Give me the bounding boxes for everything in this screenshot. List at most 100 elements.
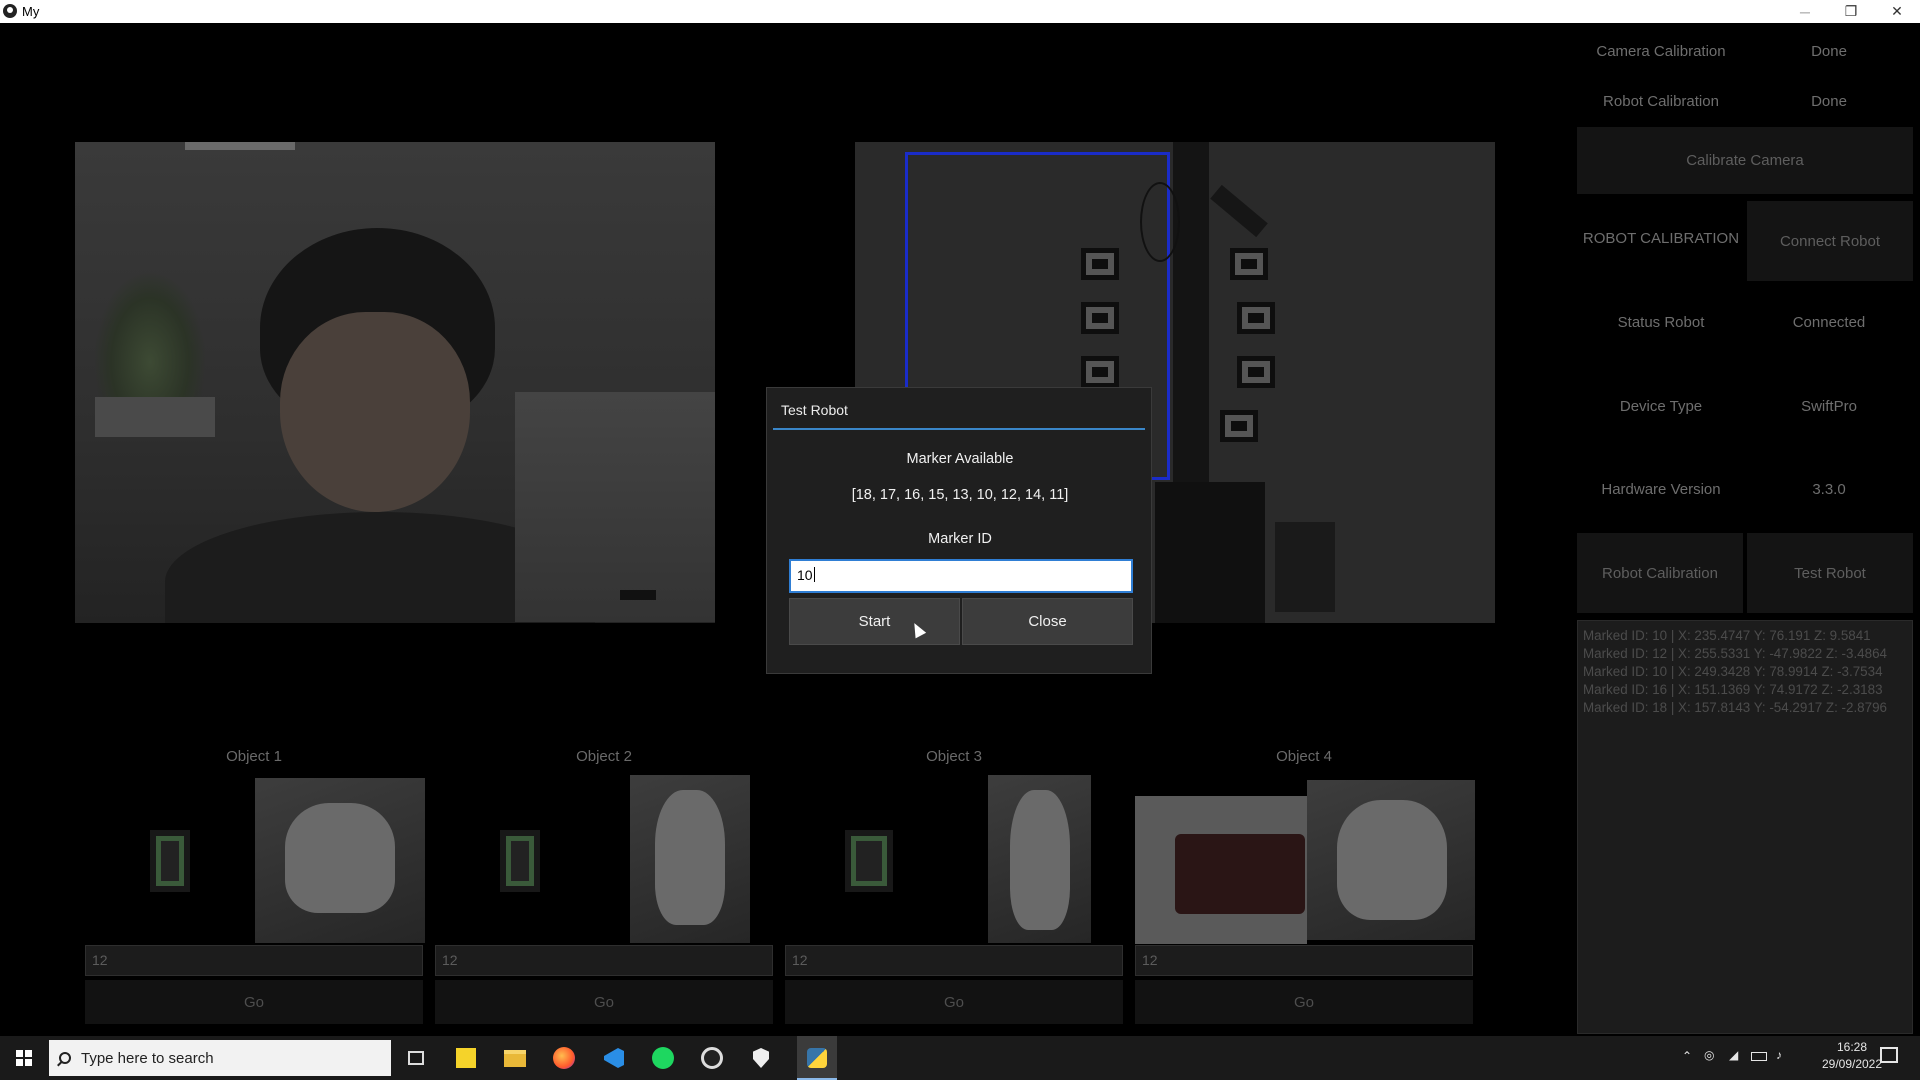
tray-chevron-icon[interactable]: ⌃: [1682, 1049, 1692, 1063]
marker-id-value: 10: [797, 567, 813, 583]
object-4-marker-input[interactable]: 12: [1135, 945, 1473, 976]
object-4-gesture-image: [1307, 780, 1475, 940]
security-shield-icon[interactable]: [747, 1044, 775, 1072]
object-4-go-button[interactable]: Go: [1135, 980, 1473, 1024]
aruco-marker: [1081, 302, 1119, 334]
close-window-button[interactable]: ✕: [1874, 0, 1920, 23]
object-1-label: Object 1: [226, 748, 282, 765]
hardware-version-label: Hardware Version: [1601, 481, 1721, 498]
robot-arm-joint: [1210, 184, 1268, 238]
object-1-gesture-image: [255, 778, 425, 943]
camera-feed-webcam: [75, 142, 715, 623]
hand-fist: [285, 803, 395, 913]
search-placeholder: Type here to search: [81, 1049, 214, 1067]
object-3-gesture-image: [988, 775, 1091, 943]
camera-calibration-status: Done: [1811, 43, 1847, 60]
shelf: [515, 392, 715, 622]
robot-calibration-status: Done: [1811, 93, 1847, 110]
firefox-icon[interactable]: [550, 1044, 578, 1072]
hardware-version-value: 3.3.0: [1812, 481, 1846, 498]
test-robot-dialog: Test Robot Marker Available [18, 17, 16,…: [766, 387, 1152, 674]
text-caret: [813, 567, 815, 582]
maximize-button[interactable]: ❐: [1828, 0, 1874, 23]
volume-icon[interactable]: ♪: [1776, 1048, 1782, 1062]
connect-robot-button[interactable]: Connect Robot: [1747, 201, 1913, 281]
minimize-button[interactable]: ─: [1782, 0, 1828, 23]
aruco-marker: [1237, 356, 1275, 388]
object-2-gesture-image: [630, 775, 750, 943]
notification-icon[interactable]: [1880, 1047, 1898, 1063]
log-line: Marked ID: 10 | X: 249.3428 Y: 78.9914 Z…: [1583, 664, 1883, 679]
sticky-notes-icon[interactable]: [452, 1044, 480, 1072]
calibrate-camera-button[interactable]: Calibrate Camera: [1577, 127, 1913, 194]
window-title: My: [22, 4, 40, 19]
robot-calibration-label: Robot Calibration: [1603, 93, 1719, 110]
spotify-icon[interactable]: [649, 1044, 677, 1072]
object-3-marker-input[interactable]: 12: [785, 945, 1123, 976]
dialog-title-underline: [773, 428, 1145, 430]
file-explorer-icon[interactable]: [501, 1044, 529, 1072]
object-3-marker-thumb: [845, 830, 893, 892]
window-titlebar: My ─ ❐ ✕: [0, 0, 1920, 23]
device-type-value: SwiftPro: [1801, 398, 1857, 415]
object-3-go-button[interactable]: Go: [785, 980, 1123, 1024]
status-robot-value: Connected: [1792, 314, 1866, 331]
taskbar: Type here to search ⌃ ◎ ◢ ♪ 16:28 29/09/…: [0, 1036, 1920, 1080]
aruco-marker: [1081, 356, 1119, 388]
desk-object: [1275, 522, 1335, 612]
aruco-marker: [1237, 302, 1275, 334]
marker-available-list: [18, 17, 16, 15, 13, 10, 12, 14, 11]: [851, 487, 1069, 503]
robot-calibration-header: ROBOT CALIBRATION: [1582, 230, 1740, 247]
obs-icon[interactable]: [698, 1044, 726, 1072]
marker-available-label: Marker Available: [906, 451, 1014, 467]
object-2-go-button[interactable]: Go: [435, 980, 773, 1024]
tray-webcam-icon[interactable]: ◎: [1704, 1048, 1714, 1062]
robot-cable: [1140, 182, 1180, 262]
aruco-marker: [1230, 248, 1268, 280]
python-app-icon[interactable]: [803, 1044, 831, 1072]
log-line: Marked ID: 12 | X: 255.5331 Y: -47.9822 …: [1583, 646, 1887, 661]
test-robot-button[interactable]: Test Robot: [1747, 533, 1913, 613]
dialog-title: Test Robot: [781, 402, 848, 418]
app-body: Camera Calibration Done Robot Calibratio…: [0, 23, 1920, 1036]
task-view-icon[interactable]: [402, 1044, 430, 1072]
aruco-marker: [1081, 248, 1119, 280]
battery-icon[interactable]: [1751, 1052, 1767, 1061]
object-3-label: Object 3: [926, 748, 982, 765]
object-1-marker-input[interactable]: 12: [85, 945, 423, 976]
window-light: [185, 142, 295, 150]
log-line: Marked ID: 18 | X: 157.8143 Y: -54.2917 …: [1583, 700, 1887, 715]
app-icon: [3, 4, 17, 18]
wifi-icon[interactable]: ◢: [1729, 1048, 1738, 1062]
object-4-object-image: [1135, 796, 1307, 944]
vscode-icon[interactable]: [600, 1044, 628, 1072]
hand-peace: [1010, 790, 1070, 930]
object-4-label: Object 4: [1276, 748, 1332, 765]
log-line: Marked ID: 16 | X: 151.1369 Y: 74.9172 Z…: [1583, 682, 1883, 697]
object-2-marker-input[interactable]: 12: [435, 945, 773, 976]
object-1-marker-thumb: [150, 830, 190, 892]
log-line: Marked ID: 10 | X: 235.4747 Y: 76.191 Z:…: [1583, 628, 1871, 643]
status-robot-label: Status Robot: [1617, 314, 1705, 331]
person-face: [280, 312, 470, 512]
object-2-marker-thumb: [500, 830, 540, 892]
start-button[interactable]: Start: [789, 598, 960, 645]
coordinate-log[interactable]: Marked ID: 10 | X: 235.4747 Y: 76.191 Z:…: [1577, 620, 1913, 1034]
object-2-label: Object 2: [576, 748, 632, 765]
close-dialog-button[interactable]: Close: [962, 598, 1133, 645]
robot-calibration-button[interactable]: Robot Calibration: [1577, 533, 1743, 613]
marker-id-input[interactable]: 10: [789, 559, 1133, 593]
search-icon: [59, 1052, 71, 1064]
start-button[interactable]: [0, 1036, 48, 1080]
camera-calibration-label: Camera Calibration: [1596, 43, 1726, 60]
windows-logo-icon: [16, 1050, 32, 1066]
marker-id-label: Marker ID: [928, 531, 992, 547]
hand-shaka: [1337, 800, 1447, 920]
hand-open: [655, 790, 725, 925]
wallet: [1175, 834, 1305, 914]
object-on-shelf: [620, 590, 656, 600]
aruco-marker: [1220, 410, 1258, 442]
taskbar-search[interactable]: Type here to search: [49, 1040, 391, 1076]
robot-base: [1155, 482, 1265, 623]
object-1-go-button[interactable]: Go: [85, 980, 423, 1024]
